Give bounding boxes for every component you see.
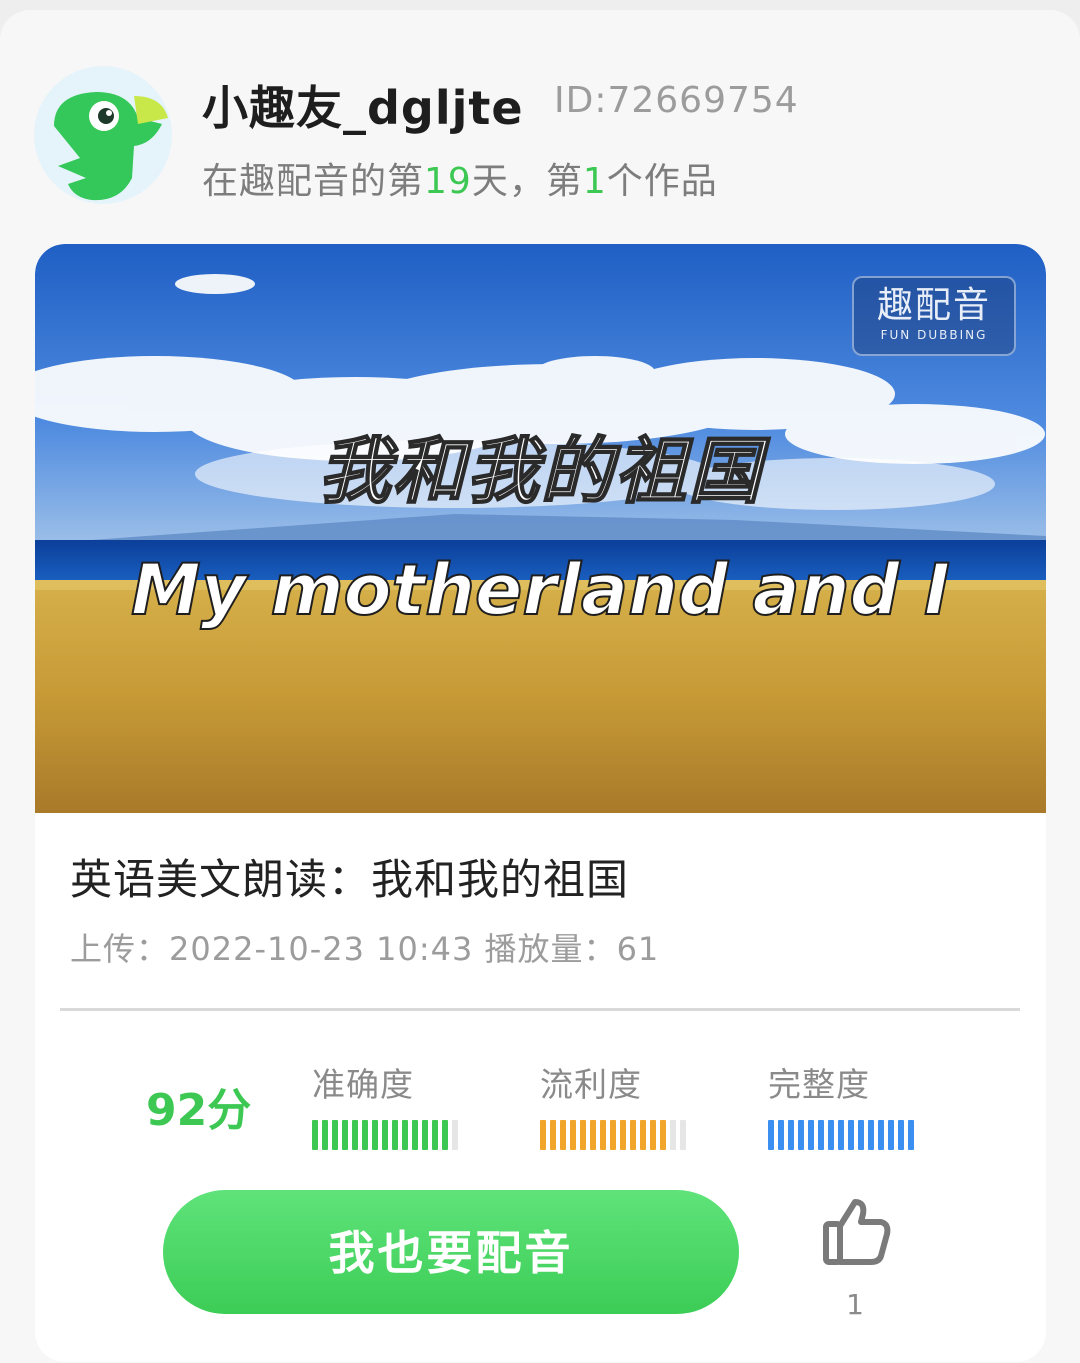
user-stats: 在趣配音的第19天，第1个作品	[202, 152, 718, 204]
bar-segment	[442, 1120, 448, 1150]
bar-segment	[908, 1120, 914, 1150]
bar-segment	[808, 1120, 814, 1150]
upload-label: 上传：	[70, 930, 170, 968]
bar-segment	[640, 1120, 646, 1150]
metric-accuracy: 准确度	[312, 1058, 458, 1150]
watermark-cn: 趣配音	[876, 285, 991, 326]
metric-fluency: 流利度	[540, 1058, 686, 1150]
days-count: 19	[424, 161, 472, 202]
accuracy-bar	[312, 1120, 458, 1150]
page: 小趣友_dgljte ID:72669754 在趣配音的第19天，第1个作品 趣…	[0, 10, 1080, 1363]
username: 小趣友_dgljte	[202, 81, 524, 135]
avatar[interactable]	[34, 66, 172, 204]
bar-segment	[838, 1120, 844, 1150]
video-thumbnail[interactable]: 趣配音 FUN DUBBING 我和我的祖国 My motherland and…	[35, 244, 1046, 813]
metric-completeness: 完整度	[768, 1058, 914, 1150]
completeness-bar	[768, 1120, 914, 1150]
bar-segment	[362, 1120, 368, 1150]
bar-segment	[352, 1120, 358, 1150]
bar-segment	[650, 1120, 656, 1150]
stats-suffix: 个作品	[606, 161, 718, 202]
bar-segment	[630, 1120, 636, 1150]
bar-segment	[660, 1120, 666, 1150]
bar-segment	[560, 1120, 566, 1150]
fun-dubbing-watermark: 趣配音 FUN DUBBING	[852, 276, 1016, 356]
bar-segment	[590, 1120, 596, 1150]
bar-segment	[898, 1120, 904, 1150]
bar-segment	[422, 1120, 428, 1150]
bar-segment	[878, 1120, 884, 1150]
bar-segment	[412, 1120, 418, 1150]
plays-label: 播放量：	[484, 930, 617, 968]
watermark-en: FUN DUBBING	[880, 328, 988, 342]
bar-segment	[392, 1120, 398, 1150]
metric-label: 流利度	[540, 1065, 642, 1104]
dub-button[interactable]: 我也要配音	[163, 1190, 739, 1314]
work-title: 英语美文朗读：我和我的祖国	[70, 855, 630, 904]
bar-segment	[798, 1120, 804, 1150]
upload-time: 2022-10-23 10:43	[169, 930, 474, 968]
stats-mid: 天，第	[471, 161, 583, 202]
divider	[60, 1008, 1020, 1011]
bar-segment	[868, 1120, 874, 1150]
bar-segment	[848, 1120, 854, 1150]
work-card: 趣配音 FUN DUBBING 我和我的祖国 My motherland and…	[35, 244, 1046, 1362]
bar-segment	[402, 1120, 408, 1150]
metric-label: 完整度	[768, 1065, 870, 1104]
bar-segment	[670, 1120, 676, 1150]
bar-segment	[620, 1120, 626, 1150]
bar-segment	[382, 1120, 388, 1150]
bar-segment	[322, 1120, 328, 1150]
bar-segment	[680, 1120, 686, 1150]
bar-segment	[372, 1120, 378, 1150]
bar-segment	[550, 1120, 556, 1150]
stats-prefix: 在趣配音的第	[202, 161, 425, 202]
bar-segment	[452, 1120, 458, 1150]
bar-segment	[580, 1120, 586, 1150]
video-overlay-title-cn: 我和我的祖国	[317, 427, 763, 514]
video-overlay-title-en: My motherland and I	[130, 548, 951, 632]
bar-segment	[332, 1120, 338, 1150]
fluency-bar	[540, 1120, 686, 1150]
bar-segment	[342, 1120, 348, 1150]
work-meta: 上传：2022-10-23 10:43 播放量：61	[70, 924, 659, 970]
bar-segment	[610, 1120, 616, 1150]
bar-segment	[888, 1120, 894, 1150]
bar-segment	[788, 1120, 794, 1150]
bar-segment	[540, 1120, 546, 1150]
bar-segment	[570, 1120, 576, 1150]
bar-segment	[312, 1120, 318, 1150]
like-count: 1	[846, 1288, 864, 1321]
parrot-logo-icon	[34, 66, 172, 204]
bar-segment	[432, 1120, 438, 1150]
bar-segment	[778, 1120, 784, 1150]
bar-segment	[828, 1120, 834, 1150]
bar-segment	[600, 1120, 606, 1150]
thumbs-up-icon[interactable]	[821, 1196, 893, 1268]
works-count: 1	[582, 161, 607, 202]
plays-count: 61	[616, 930, 660, 968]
bar-segment	[818, 1120, 824, 1150]
bar-segment	[768, 1120, 774, 1150]
total-score: 92分	[146, 1085, 252, 1136]
metric-label: 准确度	[312, 1065, 414, 1104]
bar-segment	[858, 1120, 864, 1150]
user-id: ID:72669754	[554, 80, 799, 121]
